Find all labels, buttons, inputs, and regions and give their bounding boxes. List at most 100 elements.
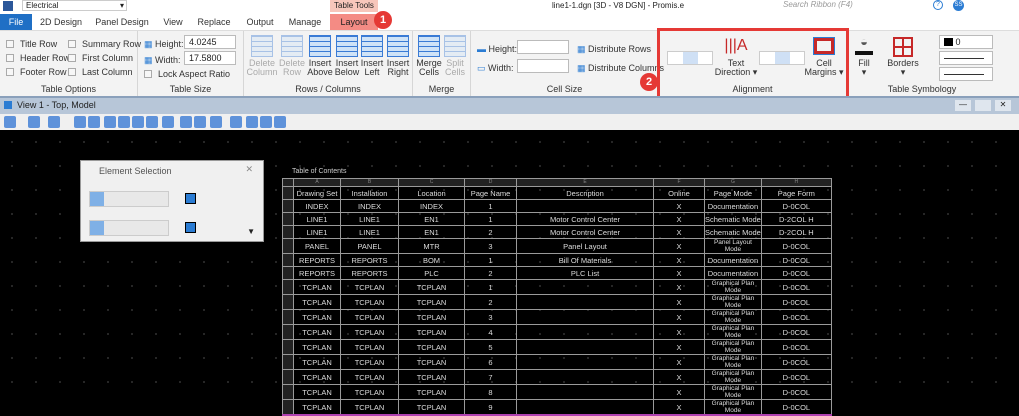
table-cell[interactable]: 1 <box>464 212 517 226</box>
table-cell[interactable]: INDEX <box>398 199 465 213</box>
fill-button[interactable]: ◒ Fill ▾ <box>851 35 877 77</box>
table-cell[interactable]: Documentation <box>704 266 762 280</box>
row-number[interactable] <box>282 384 294 400</box>
table-cell[interactable]: D-0COL <box>760 399 832 416</box>
table-cell[interactable]: TCPLAN <box>293 309 341 325</box>
table-cell[interactable] <box>516 384 654 400</box>
table-row[interactable]: TCPLAN TCPLAN TCPLAN 4 X Graphical Plan Mode D… <box>282 324 832 340</box>
table-cell[interactable]: TCPLAN <box>398 309 465 325</box>
clip-volume-icon[interactable] <box>246 116 258 128</box>
table-cell[interactable]: TCPLAN <box>340 324 399 340</box>
workflow-select[interactable]: Electrical ▾ <box>22 0 127 11</box>
table-cell[interactable]: Bill Of Materials <box>516 253 654 267</box>
search-ribbon-input[interactable]: Search Ribbon (F4) <box>783 0 911 11</box>
table-cell[interactable]: TCPLAN <box>293 384 341 400</box>
table-cell[interactable]: Motor Control Center <box>516 212 654 226</box>
row-number[interactable] <box>282 354 294 370</box>
table-cell[interactable]: X <box>653 199 705 213</box>
row-number[interactable] <box>282 253 294 267</box>
table-cell[interactable] <box>516 199 654 213</box>
table-row[interactable]: TCPLAN TCPLAN TCPLAN 7 X Graphical Plan Mode D… <box>282 369 832 385</box>
table-cell[interactable]: Online <box>653 186 705 200</box>
table-cell[interactable]: X <box>653 399 705 416</box>
table-cell[interactable]: BOM <box>398 253 465 267</box>
table-cell[interactable]: Graphical Plan Mode <box>704 309 762 325</box>
previous-view-icon[interactable] <box>194 116 206 128</box>
table-cell[interactable]: Panel Layout <box>516 238 654 254</box>
split-cells-button[interactable]: Split Cells <box>441 35 469 77</box>
table-cell[interactable]: X <box>653 294 705 310</box>
table-cell[interactable]: Graphical Plan Mode <box>704 294 762 310</box>
table-cell[interactable]: TCPLAN <box>398 294 465 310</box>
table-cell[interactable] <box>516 279 654 295</box>
table-cell[interactable] <box>516 369 654 385</box>
table-cell[interactable]: TCPLAN <box>398 324 465 340</box>
table-cell[interactable]: TCPLAN <box>340 399 399 416</box>
table-cell[interactable]: Graphical Plan Mode <box>704 354 762 370</box>
table-cell[interactable]: 7 <box>464 369 517 385</box>
column-letter[interactable]: A <box>293 178 341 187</box>
tab-output[interactable]: Output <box>240 14 280 30</box>
row-number[interactable] <box>282 199 294 213</box>
table-width-input[interactable]: 17.5800 <box>184 51 236 65</box>
insert-right-button[interactable]: Insert Right <box>384 35 412 77</box>
table-cell[interactable]: Documentation <box>704 253 762 267</box>
view-attributes-icon[interactable] <box>4 116 16 128</box>
walk-icon[interactable] <box>180 116 192 128</box>
table-cell[interactable]: REPORTS <box>293 253 341 267</box>
table-row[interactable]: REPORTS REPORTS BOM 1 Bill Of Materials X Docu… <box>282 253 832 267</box>
table-cell[interactable]: X <box>653 238 705 254</box>
table-cell[interactable]: TCPLAN <box>293 354 341 370</box>
tab-panel-design[interactable]: Panel Design <box>92 14 152 30</box>
clear-selection-icon[interactable] <box>185 193 196 204</box>
tab-replace[interactable]: Replace <box>194 14 234 30</box>
row-number[interactable] <box>282 369 294 385</box>
next-view-icon[interactable] <box>210 116 222 128</box>
title-row-checkbox[interactable]: Title Row <box>6 39 57 49</box>
pan-icon[interactable] <box>162 116 174 128</box>
row-number[interactable] <box>282 225 294 239</box>
lighting-icon[interactable] <box>48 116 60 128</box>
table-cell[interactable]: TCPLAN <box>340 309 399 325</box>
table-cell[interactable]: D-2COL H <box>760 212 832 226</box>
minimize-button[interactable]: — <box>955 100 971 111</box>
table-cell[interactable]: D-0COL <box>760 339 832 355</box>
table-cell[interactable]: REPORTS <box>293 266 341 280</box>
tab-2d-design[interactable]: 2D Design <box>36 14 86 30</box>
select-all-icon[interactable] <box>185 222 196 233</box>
table-cell[interactable] <box>516 324 654 340</box>
table-cell[interactable]: PLC List <box>516 266 654 280</box>
table-cell[interactable]: X <box>653 384 705 400</box>
clear-clip-icon[interactable] <box>274 116 286 128</box>
table-cell[interactable]: Panel Layout Mode <box>704 238 762 254</box>
table-cell[interactable]: REPORTS <box>340 253 399 267</box>
table-cell[interactable]: Graphical Plan Mode <box>704 369 762 385</box>
table-cell[interactable]: LINE1 <box>340 212 399 226</box>
table-cell[interactable]: X <box>653 324 705 340</box>
column-letter[interactable]: D <box>464 178 517 187</box>
table-row[interactable]: TCPLAN TCPLAN TCPLAN 1 X Graphical Plan Mode D… <box>282 279 832 295</box>
table-row[interactable]: INDEX INDEX INDEX 1 X Documentation D-0COL <box>282 199 832 213</box>
expand-dialog-icon[interactable]: ▼ <box>247 227 255 236</box>
table-row[interactable]: TCPLAN TCPLAN TCPLAN 8 X Graphical Plan Mode D… <box>282 384 832 400</box>
table-cell[interactable]: TCPLAN <box>340 294 399 310</box>
table-cell[interactable] <box>516 309 654 325</box>
first-column-checkbox[interactable]: First Column <box>68 53 133 63</box>
row-number[interactable] <box>282 324 294 340</box>
table-cell[interactable]: 1 <box>464 253 517 267</box>
row-number[interactable] <box>282 238 294 254</box>
table-cell[interactable]: MTR <box>398 238 465 254</box>
delete-row-button[interactable]: Delete Row <box>277 35 307 77</box>
table-cell[interactable] <box>516 339 654 355</box>
row-number[interactable] <box>282 266 294 280</box>
zoom-out-icon[interactable] <box>104 116 116 128</box>
table-cell[interactable]: INDEX <box>293 199 341 213</box>
lock-aspect-ratio-checkbox[interactable]: Lock Aspect Ratio <box>144 69 230 79</box>
table-row[interactable]: TCPLAN TCPLAN TCPLAN 2 X Graphical Plan Mode D… <box>282 294 832 310</box>
table-cell[interactable]: Drawing Set <box>293 186 341 200</box>
column-letter[interactable]: H <box>760 178 832 187</box>
table-cell[interactable]: PANEL <box>340 238 399 254</box>
table-cell[interactable]: EN1 <box>398 225 465 239</box>
tab-manage[interactable]: Manage <box>284 14 326 30</box>
table-cell[interactable]: Graphical Plan Mode <box>704 384 762 400</box>
